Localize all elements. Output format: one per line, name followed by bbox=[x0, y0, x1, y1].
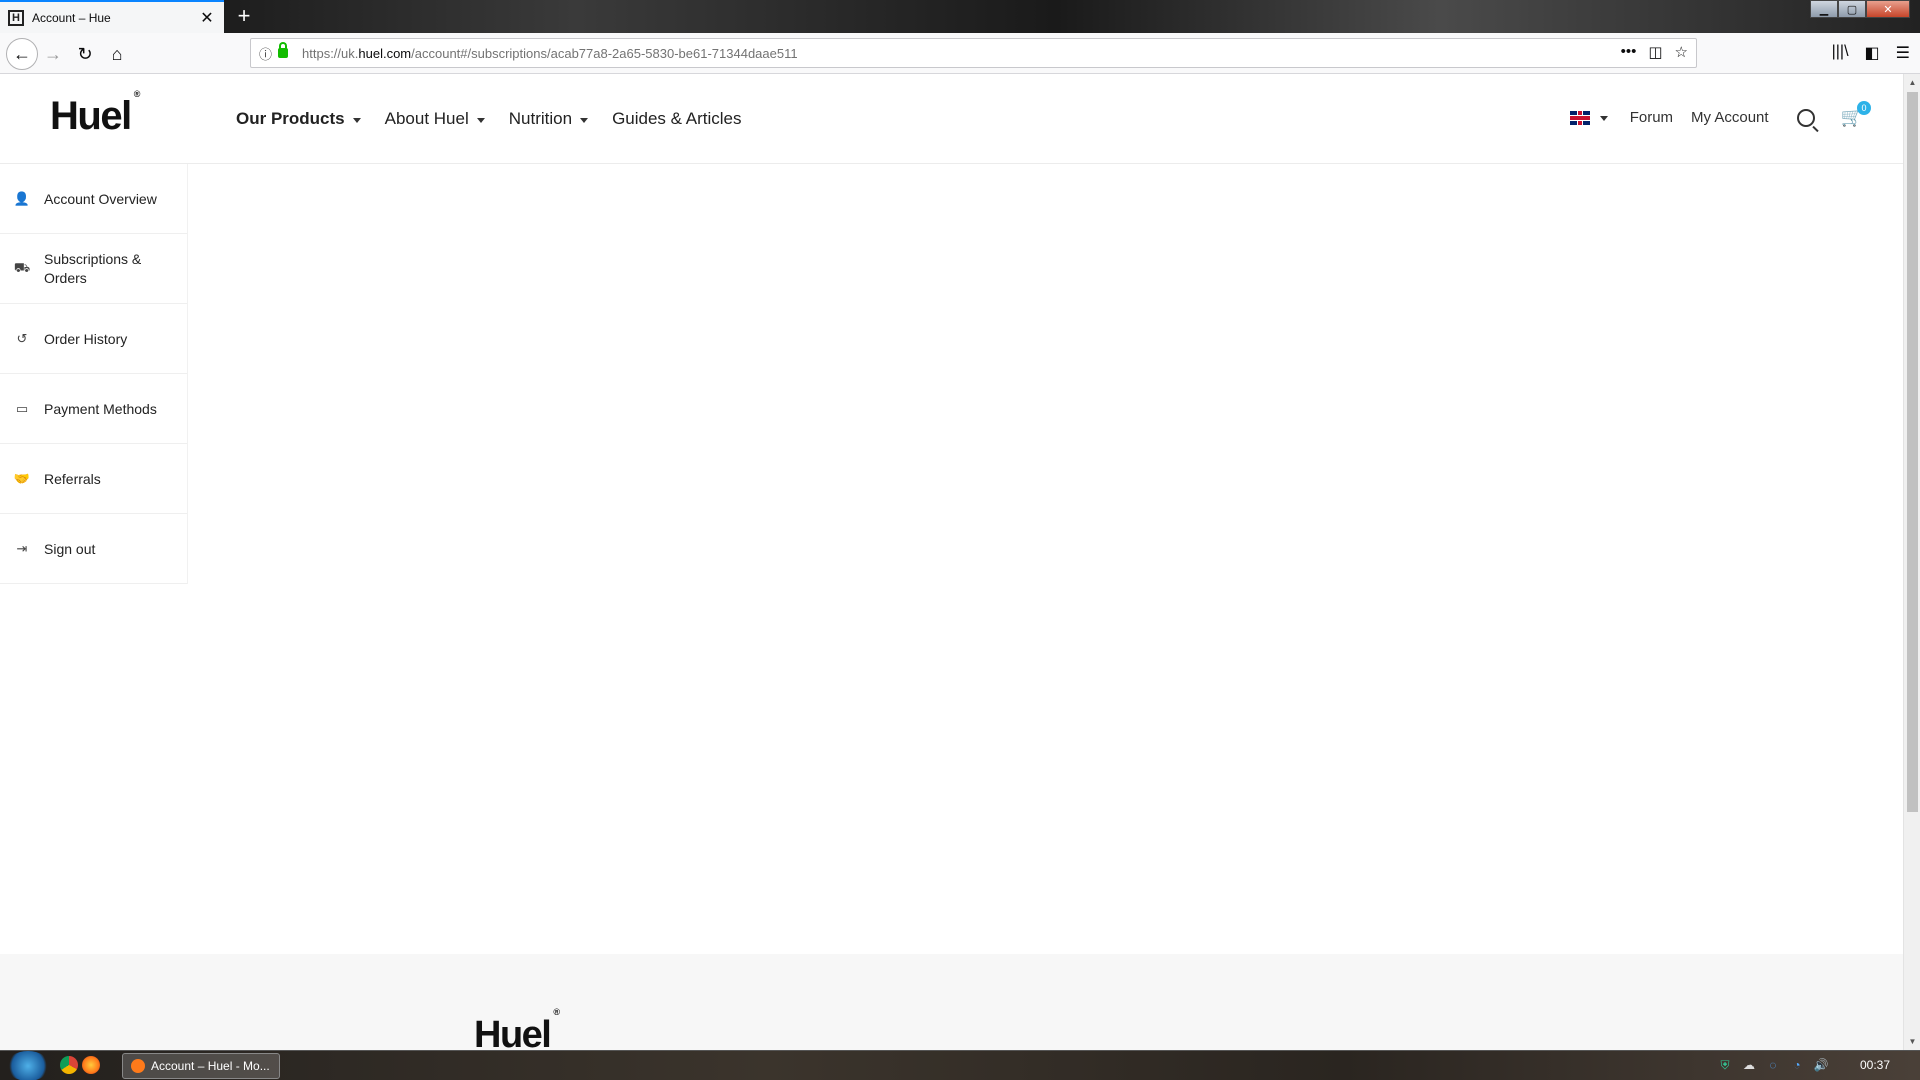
cart-count-badge: 0 bbox=[1857, 101, 1871, 115]
browser-tab-bar: H Account – Hue ✕ + ▁ ▢ ✕ bbox=[0, 0, 1920, 33]
truck-icon: ⛟ bbox=[13, 259, 31, 275]
site-info-icon[interactable]: ⓘ bbox=[259, 44, 272, 63]
sidebar-item-label: Order History bbox=[44, 330, 128, 347]
back-button[interactable]: ← bbox=[6, 38, 38, 70]
my-account-link[interactable]: My Account bbox=[1691, 109, 1769, 126]
url-text: https://uk.huel.com/account#/subscriptio… bbox=[302, 45, 798, 61]
web-page: Huel® Our Products About Huel Nutrition … bbox=[0, 74, 1903, 1050]
chrome-taskbar-icon[interactable] bbox=[60, 1056, 78, 1074]
bookmark-star-icon[interactable]: ☆ bbox=[1675, 43, 1688, 61]
region-caret-icon[interactable] bbox=[1599, 116, 1608, 121]
minimize-button[interactable]: ▁ bbox=[1810, 0, 1838, 18]
start-button[interactable] bbox=[6, 1051, 50, 1080]
sidebar-item-referrals[interactable]: 🤝 Referrals bbox=[0, 444, 187, 514]
menu-hamburger-icon[interactable]: ☰ bbox=[1896, 43, 1910, 63]
nav-about-huel[interactable]: About Huel bbox=[385, 109, 485, 129]
footer-huel-logo[interactable]: Huel® bbox=[474, 1007, 560, 1050]
windows-taskbar: Account – Huel - Mo... ⛨ ☁ ◌ ◔ 🔊 00:37 bbox=[0, 1050, 1920, 1080]
cloud-icon[interactable]: ☁ bbox=[1742, 1058, 1756, 1072]
cart-icon[interactable]: 🛒 0 bbox=[1841, 101, 1871, 128]
page-scrollbar[interactable]: ▲ ▼ bbox=[1903, 74, 1920, 1050]
firefox-icon bbox=[131, 1059, 145, 1073]
sidebar-item-label: Sign out bbox=[44, 540, 96, 557]
huel-favicon-icon: H bbox=[8, 9, 24, 26]
caret-down-icon bbox=[580, 117, 589, 123]
sidebar-item-account-overview[interactable]: 👤 Account Overview bbox=[0, 164, 187, 234]
search-icon[interactable] bbox=[1796, 108, 1815, 127]
pocket-icon[interactable]: ◫ bbox=[1648, 43, 1662, 61]
sidebar-item-label: Account Overview bbox=[44, 190, 157, 207]
main-navigation: Our Products About Huel Nutrition Guides… bbox=[236, 109, 766, 129]
scroll-thumb[interactable] bbox=[1907, 92, 1918, 812]
library-icon[interactable]: |||\ bbox=[1832, 43, 1849, 63]
page-actions-icon[interactable]: ••• bbox=[1621, 43, 1637, 61]
network-icon[interactable]: ◔ bbox=[1790, 1058, 1804, 1072]
history-icon: ↺ bbox=[16, 330, 28, 346]
forum-link[interactable]: Forum bbox=[1630, 109, 1673, 126]
sidebar-item-label: Referrals bbox=[44, 470, 101, 487]
sidebar-item-order-history[interactable]: ↺ Order History bbox=[0, 304, 187, 374]
maximize-button[interactable]: ▢ bbox=[1838, 0, 1866, 18]
taskbar-task-firefox[interactable]: Account – Huel - Mo... bbox=[122, 1053, 280, 1079]
site-header: Huel® Our Products About Huel Nutrition … bbox=[0, 74, 1903, 164]
browser-tab-active[interactable]: H Account – Hue ✕ bbox=[0, 0, 224, 33]
handshake-icon: 🤝 bbox=[13, 470, 31, 486]
nav-our-products[interactable]: Our Products bbox=[236, 109, 361, 129]
forward-button[interactable]: → bbox=[40, 41, 66, 67]
reload-button[interactable]: ↻ bbox=[72, 41, 98, 67]
taskbar-clock[interactable]: 00:37 bbox=[1860, 1058, 1890, 1072]
sidebar-item-label: Payment Methods bbox=[44, 400, 157, 417]
tab-title: Account – Hue bbox=[32, 10, 111, 25]
sidebar-item-payment-methods[interactable]: ▭ Payment Methods bbox=[0, 374, 187, 444]
caret-down-icon bbox=[476, 117, 485, 123]
huel-logo[interactable]: Huel® bbox=[50, 89, 140, 139]
url-bar[interactable]: ⓘ https://uk.huel.com/account#/subscript… bbox=[250, 38, 1697, 68]
scroll-up-arrow-icon[interactable]: ▲ bbox=[1904, 74, 1920, 91]
firefox-taskbar-icon[interactable] bbox=[82, 1056, 100, 1074]
system-tray: ⛨ ☁ ◌ ◔ 🔊 00:37 bbox=[1718, 1058, 1900, 1073]
site-footer: Huel® bbox=[0, 954, 1903, 1050]
card-icon: ▭ bbox=[15, 400, 29, 416]
volume-icon[interactable]: 🔊 bbox=[1814, 1058, 1829, 1072]
secure-lock-icon bbox=[278, 42, 289, 58]
new-tab-button[interactable]: + bbox=[232, 3, 256, 28]
tab-close-icon[interactable]: ✕ bbox=[198, 8, 216, 28]
sidebar-toggle-icon[interactable]: ◧ bbox=[1865, 43, 1880, 63]
scroll-down-arrow-icon[interactable]: ▼ bbox=[1904, 1033, 1920, 1050]
uk-flag-icon[interactable] bbox=[1569, 110, 1590, 125]
sync-icon[interactable]: ◌ bbox=[1766, 1058, 1780, 1072]
window-controls: ▁ ▢ ✕ bbox=[1810, 0, 1910, 18]
window-close-button[interactable]: ✕ bbox=[1866, 0, 1910, 18]
browser-nav-bar: ← → ↻ ⌂ ⓘ https://uk.huel.com/account#/s… bbox=[0, 33, 1920, 74]
caret-down-icon bbox=[352, 117, 361, 123]
sidebar-item-subscriptions-orders[interactable]: ⛟ Subscriptions & Orders bbox=[0, 234, 187, 304]
account-sidebar: 👤 Account Overview ⛟ Subscriptions & Ord… bbox=[0, 164, 188, 584]
nav-guides-articles[interactable]: Guides & Articles bbox=[612, 109, 741, 129]
shield-icon[interactable]: ⛨ bbox=[1718, 1058, 1732, 1072]
sign-out-icon: ⇥ bbox=[16, 540, 28, 556]
sidebar-item-sign-out[interactable]: ⇥ Sign out bbox=[0, 514, 187, 584]
user-icon: 👤 bbox=[13, 190, 31, 206]
home-button[interactable]: ⌂ bbox=[104, 41, 130, 67]
header-actions: Forum My Account 🛒 0 bbox=[1569, 101, 1871, 128]
nav-nutrition[interactable]: Nutrition bbox=[509, 109, 589, 129]
sidebar-item-label: Subscriptions & Orders bbox=[44, 250, 142, 286]
